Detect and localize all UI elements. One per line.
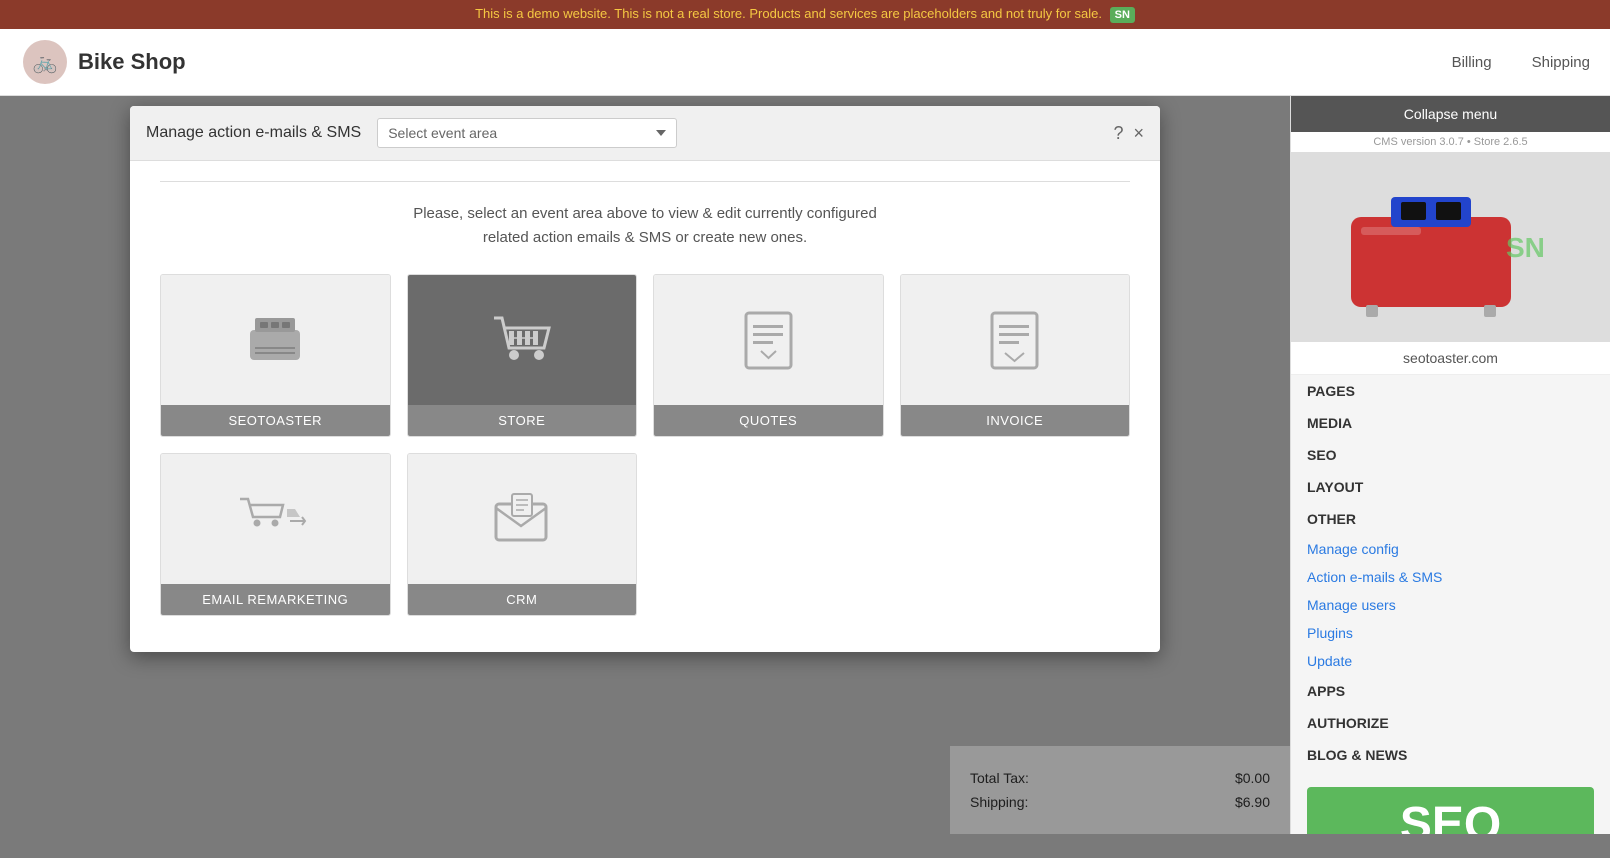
header-nav: Billing Shipping bbox=[1452, 54, 1590, 71]
sidebar-section-title-apps: APPS bbox=[1291, 675, 1610, 707]
event-area-select[interactable]: Select event area SEOTOASTER STORE QUOTE… bbox=[377, 118, 677, 148]
event-card-seotoaster[interactable]: SEOTOASTER bbox=[160, 274, 391, 437]
event-card-crm[interactable]: CRM bbox=[407, 453, 638, 616]
sidebar-pages: PAGES bbox=[1291, 375, 1610, 407]
site-logo: 🚲 Bike Shop bbox=[20, 37, 186, 87]
sidebar-section-title-layout: LAYOUT bbox=[1291, 471, 1610, 503]
sidebar-section-title-seo: SEO bbox=[1291, 439, 1610, 471]
quotes-icon bbox=[731, 303, 806, 378]
modal-title: Manage action e-mails & SMS bbox=[146, 124, 361, 142]
invoice-label: INVOICE bbox=[901, 405, 1130, 436]
sidebar-link-manage-config[interactable]: Manage config bbox=[1291, 535, 1610, 563]
nav-billing[interactable]: Billing bbox=[1452, 54, 1492, 71]
modal-header: Manage action e-mails & SMS Select event… bbox=[130, 106, 1160, 161]
nav-shipping[interactable]: Shipping bbox=[1532, 54, 1590, 71]
svg-text:🚲: 🚲 bbox=[33, 52, 58, 74]
quotes-icon-area bbox=[654, 275, 883, 405]
logo-text: Bike Shop bbox=[78, 49, 186, 75]
modal-actions: ? × bbox=[1113, 123, 1144, 144]
modal-overlay: Manage action e-mails & SMS Select event… bbox=[0, 96, 1290, 834]
demo-bar: This is a demo website. This is not a re… bbox=[0, 0, 1610, 29]
sidebar-section-title-media: MEDIA bbox=[1291, 407, 1610, 439]
sidebar-apps: APPS bbox=[1291, 675, 1610, 707]
email-remarketing-icon bbox=[235, 479, 315, 559]
sidebar-link-manage-users[interactable]: Manage users bbox=[1291, 591, 1610, 619]
main-area: Manage action e-mails & SMS Select event… bbox=[0, 96, 1610, 834]
seo-badge: SEO bbox=[1307, 787, 1594, 834]
sidebar-seo: SEO bbox=[1291, 439, 1610, 471]
invoice-icon-area bbox=[901, 275, 1130, 405]
seo-large-text: SEO bbox=[1317, 797, 1584, 834]
event-card-invoice[interactable]: INVOICE bbox=[900, 274, 1131, 437]
empty-cell-2 bbox=[900, 453, 1131, 616]
crm-label: CRM bbox=[408, 584, 637, 615]
product-image-svg: SN bbox=[1311, 157, 1591, 337]
logo-icon: 🚲 bbox=[20, 37, 70, 87]
modal-body: Please, select an event area above to vi… bbox=[130, 161, 1160, 652]
site-header: 🚲 Bike Shop Billing Shipping bbox=[0, 29, 1610, 96]
store-icon-area bbox=[408, 275, 637, 405]
crm-icon bbox=[484, 482, 559, 557]
help-button[interactable]: ? bbox=[1113, 123, 1123, 144]
sidebar-section-title-pages: PAGES bbox=[1291, 375, 1610, 407]
store-icon bbox=[484, 303, 559, 378]
store-label: STORE bbox=[408, 405, 637, 436]
crm-icon-area bbox=[408, 454, 637, 584]
sidebar-section-title-other: OTHER bbox=[1291, 503, 1610, 535]
event-card-store[interactable]: STORE bbox=[407, 274, 638, 437]
modal-description: Please, select an event area above to vi… bbox=[160, 202, 1130, 250]
empty-cell-1 bbox=[653, 453, 884, 616]
event-grid-row2: EMAIL REMARKETING bbox=[160, 453, 1130, 616]
seotoaster-icon bbox=[235, 300, 315, 380]
event-card-email-remarketing[interactable]: EMAIL REMARKETING bbox=[160, 453, 391, 616]
sidebar-authorize: AUTHORIZE bbox=[1291, 707, 1610, 739]
svg-text:SN: SN bbox=[1506, 232, 1545, 263]
seotoaster-domain: seotoaster.com bbox=[1291, 342, 1610, 375]
close-button[interactable]: × bbox=[1133, 123, 1144, 144]
sidebar-product-image: SN bbox=[1291, 152, 1610, 342]
sidebar-layout: LAYOUT bbox=[1291, 471, 1610, 503]
invoice-icon bbox=[977, 303, 1052, 378]
sidebar-link-update[interactable]: Update bbox=[1291, 647, 1610, 675]
page-content: Manage action e-mails & SMS Select event… bbox=[0, 96, 1290, 834]
seotoaster-label: SEOTOASTER bbox=[161, 405, 390, 436]
sidebar-blog: BLOG & NEWS bbox=[1291, 739, 1610, 771]
sidebar-link-action-emails[interactable]: Action e-mails & SMS bbox=[1291, 563, 1610, 591]
email-remarketing-label: EMAIL REMARKETING bbox=[161, 584, 390, 615]
sidebar-other: OTHER Manage config Action e-mails & SMS… bbox=[1291, 503, 1610, 675]
email-remarketing-icon-area bbox=[161, 454, 390, 584]
event-card-quotes[interactable]: QUOTES bbox=[653, 274, 884, 437]
sidebar-media: MEDIA bbox=[1291, 407, 1610, 439]
seotoaster-icon-area bbox=[161, 275, 390, 405]
quotes-label: QUOTES bbox=[654, 405, 883, 436]
modal-divider bbox=[160, 181, 1130, 182]
right-sidebar: Collapse menu CMS version 3.0.7 • Store … bbox=[1290, 96, 1610, 834]
sidebar-section-title-blog: BLOG & NEWS bbox=[1291, 739, 1610, 771]
event-grid: SEOTOASTER bbox=[160, 274, 1130, 437]
demo-bar-text: This is a demo website. This is not a re… bbox=[475, 6, 1102, 21]
sidebar-section-title-authorize: AUTHORIZE bbox=[1291, 707, 1610, 739]
cms-version: CMS version 3.0.7 • Store 2.6.5 bbox=[1291, 132, 1610, 152]
sn-badge: SN bbox=[1110, 7, 1135, 23]
sidebar-link-plugins[interactable]: Plugins bbox=[1291, 619, 1610, 647]
sidebar-collapse[interactable]: Collapse menu bbox=[1291, 96, 1610, 132]
modal: Manage action e-mails & SMS Select event… bbox=[130, 106, 1160, 652]
